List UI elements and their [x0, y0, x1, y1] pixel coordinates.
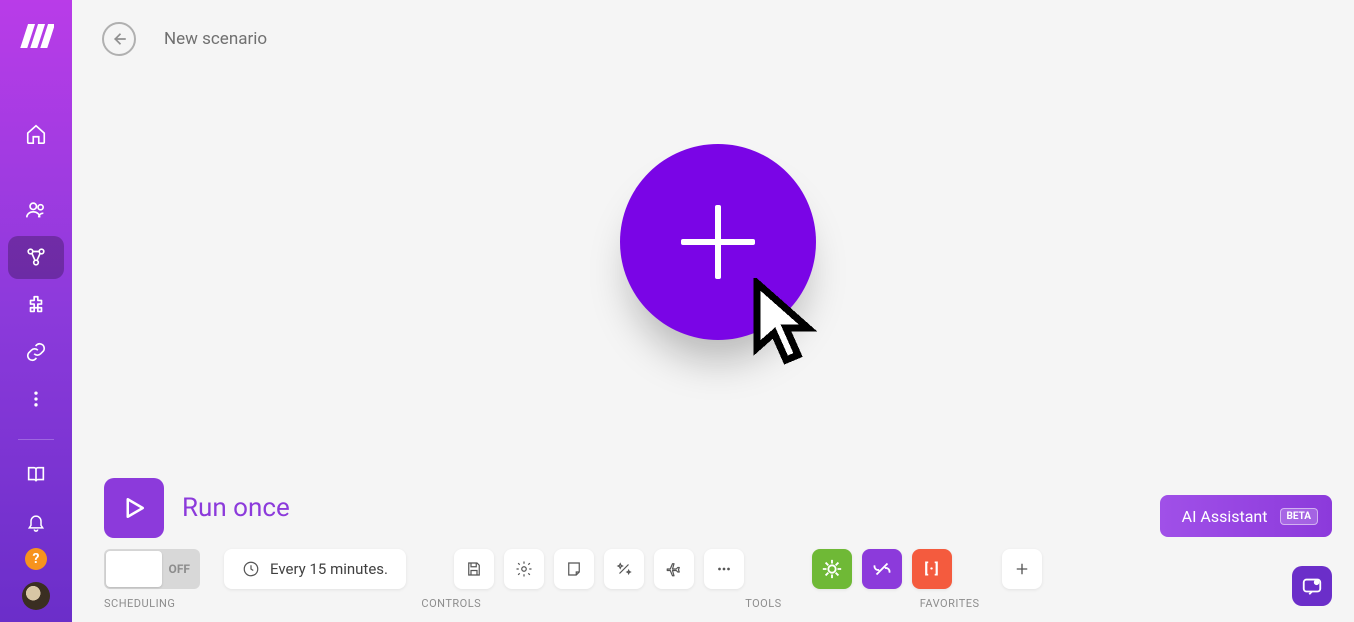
toggle-knob [106, 551, 162, 587]
tools-tool[interactable] [862, 549, 902, 589]
flow-control-tool[interactable] [812, 549, 852, 589]
schedule-interval[interactable]: Every 15 minutes. [224, 549, 406, 589]
help-icon[interactable]: ? [25, 548, 47, 570]
favorites-section-label: FAVORITES [920, 597, 980, 610]
plane-icon [664, 560, 684, 578]
schedule-interval-label: Every 15 minutes. [270, 560, 388, 578]
chat-icon [1301, 575, 1323, 597]
run-button[interactable] [104, 478, 164, 538]
avatar[interactable] [22, 582, 50, 610]
explain-flow-button[interactable] [654, 549, 694, 589]
ai-assistant-label: AI Assistant [1182, 507, 1268, 526]
settings-button[interactable] [504, 549, 544, 589]
run-bar: Run once [104, 478, 290, 538]
plus-small-icon [1013, 560, 1031, 578]
save-button[interactable] [454, 549, 494, 589]
parser-icon: [·] [924, 561, 939, 577]
notes-button[interactable] [554, 549, 594, 589]
make-logo [18, 18, 54, 54]
topbar: New scenario [72, 0, 1354, 78]
bottom-toolbar: OFF Every 15 minutes. [104, 549, 1336, 610]
toggle-state: OFF [169, 562, 190, 576]
text-parser-tool[interactable]: [·] [912, 549, 952, 589]
controls-section-label: CONTROLS [421, 597, 481, 610]
run-label: Run once [182, 493, 290, 523]
nav-more[interactable] [8, 377, 64, 420]
auto-align-button[interactable] [604, 549, 644, 589]
chat-fab[interactable] [1292, 566, 1332, 606]
scheduling-toggle[interactable]: OFF [104, 549, 200, 589]
tools-group: [·] [812, 549, 952, 589]
nav-notifications[interactable] [8, 501, 64, 544]
plus-icon [681, 205, 755, 279]
gear-icon [515, 560, 533, 578]
section-labels: SCHEDULING CONTROLS TOOLS FAVORITES [104, 597, 1336, 610]
add-favorite-button[interactable] [1002, 549, 1042, 589]
save-icon [465, 560, 483, 578]
ai-assistant-button[interactable]: AI Assistant BETA [1160, 495, 1332, 537]
sidebar: ? [0, 0, 72, 622]
magic-icon [615, 560, 633, 578]
favorites-group [1002, 549, 1042, 589]
clock-icon [242, 560, 260, 578]
nav-docs[interactable] [8, 454, 64, 497]
nav-team[interactable] [8, 189, 64, 232]
beta-badge: BETA [1280, 508, 1319, 525]
canvas[interactable] [72, 78, 1354, 622]
page-title[interactable]: New scenario [164, 29, 267, 49]
nav-home[interactable] [8, 112, 64, 155]
sidebar-separator [18, 439, 54, 440]
nav-connections[interactable] [8, 330, 64, 373]
add-module-button[interactable] [620, 144, 816, 340]
back-button[interactable] [102, 22, 136, 56]
nav-templates[interactable] [8, 283, 64, 326]
more-controls-button[interactable] [704, 549, 744, 589]
scheduling-section-label: SCHEDULING [104, 597, 175, 610]
more-icon [715, 560, 733, 578]
note-icon [565, 560, 583, 578]
tools-section-label: TOOLS [745, 597, 782, 610]
wrench-icon [871, 558, 893, 580]
controls-group [454, 549, 744, 589]
nav-scenarios[interactable] [8, 236, 64, 279]
flow-icon [821, 558, 843, 580]
